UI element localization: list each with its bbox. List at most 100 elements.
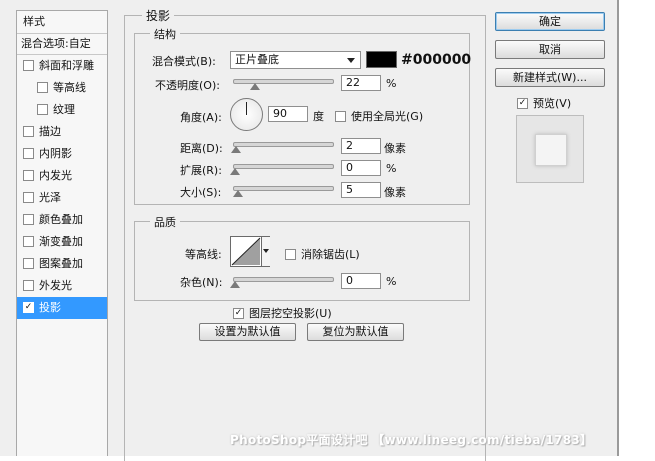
style-item-checkbox[interactable]: [23, 59, 34, 71]
distance-unit: 像素: [384, 142, 406, 155]
style-item[interactable]: 光泽: [17, 187, 107, 209]
spread-label: 扩展(R):: [180, 164, 222, 177]
structure-title: 结构: [150, 26, 180, 42]
contour-dropdown-arrow[interactable]: [261, 237, 270, 266]
style-item[interactable]: 外发光: [17, 275, 107, 297]
style-list: 样式 混合选项:自定 斜面和浮雕等高线纹理描边内阴影内发光光泽颜色叠加渐变叠加图…: [16, 10, 108, 456]
distance-slider-thumb[interactable]: [231, 146, 241, 153]
chevron-down-icon: [347, 58, 355, 63]
angle-unit: 度: [313, 110, 324, 123]
style-item-label: 颜色叠加: [39, 213, 83, 226]
style-item[interactable]: 颜色叠加: [17, 209, 107, 231]
style-item[interactable]: 等高线: [17, 77, 107, 99]
dialog-right-border: [617, 0, 619, 456]
contour-curve-icon: [231, 237, 261, 266]
chevron-down-icon: [263, 249, 269, 253]
noise-slider[interactable]: [233, 277, 334, 282]
noise-slider-thumb[interactable]: [230, 281, 240, 288]
noise-input[interactable]: 0: [341, 273, 381, 289]
watermark-text: PhotoShop平面设计吧 【www.lineeg.com/tieba/178…: [230, 433, 593, 447]
preview-label: 预览(V): [533, 97, 572, 110]
distance-label: 距离(D):: [180, 142, 223, 155]
spread-slider[interactable]: [233, 164, 334, 169]
spread-input[interactable]: 0: [341, 160, 381, 176]
size-unit: 像素: [384, 186, 406, 199]
angle-dial-needle: [246, 102, 247, 115]
cancel-button[interactable]: 取消: [495, 40, 605, 59]
opacity-input[interactable]: 22: [341, 75, 381, 91]
reset-default-button[interactable]: 复位为默认值: [307, 323, 404, 341]
style-item-checkbox[interactable]: [23, 191, 34, 203]
contour-picker[interactable]: [230, 236, 270, 267]
opacity-unit: %: [386, 77, 397, 90]
drop-shadow-title: 投影: [142, 7, 175, 24]
opacity-slider[interactable]: [233, 79, 334, 84]
global-light-checkbox[interactable]: [335, 110, 346, 122]
blend-mode-select[interactable]: 正片叠底: [230, 51, 361, 69]
blend-mode-label: 混合模式(B):: [152, 55, 216, 68]
noise-unit: %: [386, 275, 397, 288]
style-item[interactable]: ✓ 投影: [17, 297, 107, 319]
style-item[interactable]: 内阴影: [17, 143, 107, 165]
style-preview-thumbnail: [516, 115, 584, 183]
style-item[interactable]: 渐变叠加: [17, 231, 107, 253]
style-item-checkbox[interactable]: [23, 235, 34, 247]
style-list-title[interactable]: 样式: [17, 11, 107, 34]
style-item-label: 纹理: [53, 103, 75, 116]
style-item-label: 描边: [39, 125, 61, 138]
make-default-button[interactable]: 设置为默认值: [199, 323, 296, 341]
angle-dial[interactable]: [230, 98, 263, 131]
antialias-toggle[interactable]: 消除锯齿(L): [285, 246, 360, 262]
style-item-checkbox[interactable]: [23, 125, 34, 137]
style-item-label: 投影: [39, 301, 61, 314]
style-item-checkbox[interactable]: [37, 81, 48, 93]
blend-mode-value: 正片叠底: [235, 53, 279, 66]
style-item[interactable]: 斜面和浮雕: [17, 55, 107, 77]
style-item-checkbox[interactable]: [23, 279, 34, 291]
style-item-label: 内阴影: [39, 147, 72, 160]
style-item-checkbox[interactable]: ✓: [23, 301, 34, 313]
opacity-label: 不透明度(O):: [155, 79, 220, 92]
style-item-label: 等高线: [53, 81, 86, 94]
contour-label: 等高线:: [185, 248, 222, 261]
style-item-label: 内发光: [39, 169, 72, 182]
size-slider[interactable]: [233, 186, 334, 191]
shadow-color-hex: #000000: [401, 52, 472, 68]
spread-unit: %: [386, 162, 397, 175]
layer-style-dialog: 样式 混合选项:自定 斜面和浮雕等高线纹理描边内阴影内发光光泽颜色叠加渐变叠加图…: [0, 0, 617, 461]
style-item-label: 渐变叠加: [39, 235, 83, 248]
size-input[interactable]: 5: [341, 182, 381, 198]
opacity-slider-thumb[interactable]: [249, 83, 260, 90]
style-item-label: 外发光: [39, 279, 72, 292]
preview-toggle[interactable]: ✓ 预览(V): [517, 95, 571, 111]
style-item[interactable]: 描边: [17, 121, 107, 143]
style-item-checkbox[interactable]: [23, 257, 34, 269]
angle-input[interactable]: 90: [268, 106, 308, 122]
distance-input[interactable]: 2: [341, 138, 381, 154]
global-light-label: 使用全局光(G): [351, 110, 424, 123]
preview-checkbox[interactable]: ✓: [517, 97, 528, 109]
new-style-button[interactable]: 新建样式(W)...: [495, 68, 605, 87]
spread-slider-thumb[interactable]: [230, 168, 240, 175]
quality-title: 品质: [150, 214, 180, 230]
style-item[interactable]: 图案叠加: [17, 253, 107, 275]
style-item-checkbox[interactable]: [23, 213, 34, 225]
global-light-toggle[interactable]: 使用全局光(G): [335, 108, 423, 124]
distance-slider[interactable]: [233, 142, 334, 147]
knockout-toggle[interactable]: ✓ 图层挖空投影(U): [233, 305, 332, 321]
antialias-label: 消除锯齿(L): [301, 248, 360, 261]
style-preview-swatch: [535, 134, 567, 166]
shadow-color-swatch[interactable]: [366, 51, 397, 68]
style-item-label: 光泽: [39, 191, 61, 204]
knockout-checkbox[interactable]: ✓: [233, 307, 244, 319]
blend-options-item[interactable]: 混合选项:自定: [17, 34, 107, 55]
style-item-checkbox[interactable]: [23, 169, 34, 181]
style-item[interactable]: 纹理: [17, 99, 107, 121]
style-item[interactable]: 内发光: [17, 165, 107, 187]
style-item-checkbox[interactable]: [23, 147, 34, 159]
antialias-checkbox[interactable]: [285, 248, 296, 260]
style-item-checkbox[interactable]: [37, 103, 48, 115]
ok-button[interactable]: 确定: [495, 12, 605, 31]
size-slider-thumb[interactable]: [233, 190, 243, 197]
style-item-label: 斜面和浮雕: [39, 59, 94, 72]
